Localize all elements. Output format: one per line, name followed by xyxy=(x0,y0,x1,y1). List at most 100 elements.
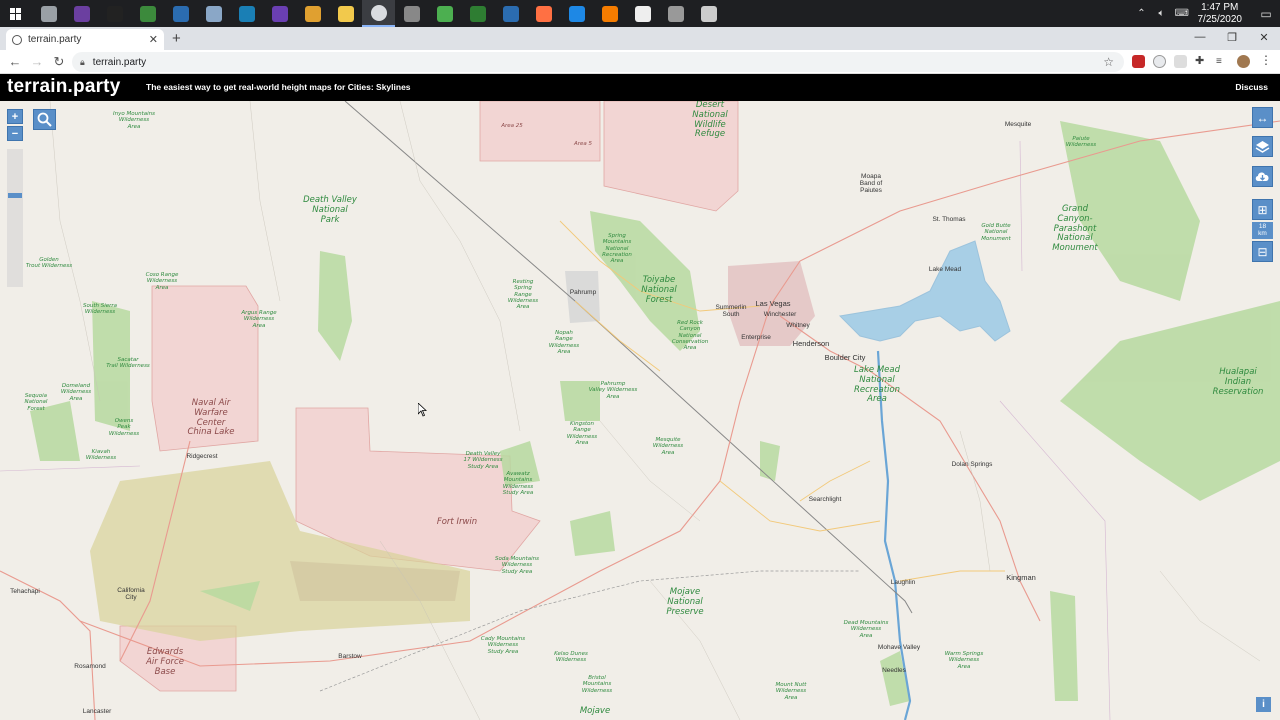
map-place-label: Dolan Springs xyxy=(951,461,993,468)
close-tab-icon[interactable]: ✕ xyxy=(149,33,158,46)
map-place-label: St. Thomas xyxy=(932,216,966,223)
extension-icon[interactable] xyxy=(1132,55,1145,68)
taskbar-app-button[interactable] xyxy=(593,0,626,27)
enlarge-box-button[interactable]: ⊞ xyxy=(1252,199,1273,220)
taskbar-app-button[interactable] xyxy=(659,0,692,27)
taskbar-app-button[interactable] xyxy=(131,0,164,27)
map-place-label: Rosamond xyxy=(74,663,106,670)
profile-avatar[interactable] xyxy=(1237,55,1250,68)
back-icon[interactable]: ← xyxy=(4,54,26,69)
zoom-in-button[interactable]: + xyxy=(7,109,23,124)
tagline-product: Cities: Skylines xyxy=(347,82,411,92)
new-tab-button[interactable]: + xyxy=(172,30,181,47)
map-area-label: Pahrump Valley Wilderness Area xyxy=(588,381,638,400)
tab-title: terrain.party xyxy=(28,34,82,45)
map-place-label: Lake Mead xyxy=(928,266,962,273)
windows-logo-icon xyxy=(10,7,22,20)
info-button[interactable]: i xyxy=(1256,697,1271,712)
minimize-icon[interactable]: — xyxy=(1184,27,1216,47)
horizontal-arrows-icon: ↔ xyxy=(1256,110,1269,125)
map-area-label: Warm Springs Wilderness Area xyxy=(944,651,984,670)
map-place-label: California City xyxy=(117,587,145,601)
taskbar-app-button[interactable] xyxy=(560,0,593,27)
map-area-label: Coso Range Wilderness Area xyxy=(145,272,179,291)
volume-icon[interactable]: 🔈︎ xyxy=(1155,8,1169,19)
taskbar-app-button[interactable] xyxy=(527,0,560,27)
extensions-puzzle-icon[interactable]: ✚ xyxy=(1195,55,1208,68)
browser-tab[interactable]: terrain.party ✕ xyxy=(6,29,164,50)
app-icon xyxy=(73,5,90,22)
map-area-label: Sacatar Trail Wilderness xyxy=(106,357,150,370)
taskbar-app-button[interactable] xyxy=(197,0,230,27)
taskbar-app-button[interactable] xyxy=(494,0,527,27)
windows-start-button[interactable] xyxy=(0,0,32,27)
rotate-box-button[interactable]: ↔ xyxy=(1252,107,1273,128)
tagline: The easiest way to get real-world height… xyxy=(146,82,411,92)
lock-icon[interactable]: 🔒︎ xyxy=(80,57,85,68)
media-queue-icon[interactable]: ≡ xyxy=(1216,55,1229,68)
taskbar-app-button[interactable] xyxy=(32,0,65,27)
close-window-icon[interactable]: ✕ xyxy=(1248,27,1280,47)
map-area-label: Golden Trout Wilderness xyxy=(25,257,73,270)
taskbar-app-button[interactable] xyxy=(395,0,428,27)
zoom-slider-handle[interactable] xyxy=(8,193,22,198)
bookmark-star-icon[interactable]: ☆ xyxy=(1103,55,1114,69)
box-size-unit: km xyxy=(1258,230,1267,237)
taskbar-app-button[interactable] xyxy=(296,0,329,27)
shrink-box-button[interactable]: ⊟ xyxy=(1252,241,1273,262)
cloud-download-icon xyxy=(1255,172,1269,181)
download-button[interactable] xyxy=(1252,166,1273,187)
map-place-label: Tehachapi xyxy=(10,588,40,595)
chevron-up-icon[interactable]: ⌃ xyxy=(1135,8,1149,19)
map-area-label: Mojave National Preserve xyxy=(666,587,704,617)
extension-icon[interactable] xyxy=(1174,55,1187,68)
zoom-slider[interactable] xyxy=(7,149,23,287)
taskbar-app-button[interactable] xyxy=(626,0,659,27)
taskbar-app-button[interactable] xyxy=(329,0,362,27)
map-place-label: Winchester xyxy=(763,311,797,318)
map-place-label: Whitney xyxy=(786,322,810,329)
system-tray: ⌃ 🔈︎ ⌨︎ 1:47 PM 7/25/2020 ▭ xyxy=(1132,0,1280,27)
taskbar-app-button[interactable] xyxy=(362,0,395,27)
app-icon xyxy=(238,5,255,22)
tagline-text: The easiest way to get real-world height… xyxy=(146,82,348,92)
map-canvas[interactable]: Desert National Wildlife Refuge Death Val… xyxy=(0,101,1280,720)
map-area-label: Death Valley 17 Wilderness Study Area xyxy=(463,451,503,470)
taskbar-app-button[interactable] xyxy=(230,0,263,27)
taskbar-app-button[interactable] xyxy=(692,0,725,27)
map-area-label: Bristol Mountains Wilderness xyxy=(581,675,613,694)
forward-icon[interactable]: → xyxy=(26,54,48,69)
browser-menu-icon[interactable]: ⋮ xyxy=(1260,53,1272,67)
map-area-label: Toiyabe National Forest xyxy=(641,275,677,305)
map-area-label: Kiavah Wilderness xyxy=(85,449,117,462)
site-logo[interactable]: terrain.party xyxy=(7,76,120,98)
map-area-label: Cady Mountains Wilderness Study Area xyxy=(480,636,526,655)
taskbar-app-button[interactable] xyxy=(461,0,494,27)
discuss-link[interactable]: Discuss xyxy=(1235,82,1268,92)
minus-box-icon: ⊟ xyxy=(1257,244,1268,259)
box-size-display: 18 km xyxy=(1252,222,1273,239)
restore-icon[interactable]: ❐ xyxy=(1216,27,1248,47)
notifications-icon[interactable]: ▭ xyxy=(1252,0,1280,27)
map-place-label: Las Vegas xyxy=(755,299,791,308)
reload-icon[interactable]: ↻ xyxy=(48,54,70,70)
taskbar-app-button[interactable] xyxy=(263,0,296,27)
taskbar-app-button[interactable] xyxy=(164,0,197,27)
app-icon xyxy=(436,5,453,22)
search-button[interactable] xyxy=(33,109,56,130)
keyboard-icon[interactable]: ⌨︎ xyxy=(1175,8,1189,19)
map-area-label: Spring Mountains National Recreation Are… xyxy=(602,233,632,265)
address-bar[interactable]: 🔒︎ terrain.party ☆ xyxy=(72,52,1124,72)
search-icon xyxy=(37,112,52,127)
zoom-out-button[interactable]: − xyxy=(7,126,23,141)
map-area-label: Naval Air Warfare Center China Lake xyxy=(187,398,235,438)
taskbar-clock[interactable]: 1:47 PM 7/25/2020 xyxy=(1198,2,1243,26)
extension-icon[interactable] xyxy=(1153,55,1166,68)
layers-button[interactable] xyxy=(1252,136,1273,157)
taskbar-app-button[interactable] xyxy=(98,0,131,27)
taskbar-app-button[interactable] xyxy=(428,0,461,27)
app-icon xyxy=(469,5,486,22)
map-place-label: Summerlin South xyxy=(715,304,747,318)
taskbar-app-button[interactable] xyxy=(65,0,98,27)
map-place-label: Lancaster xyxy=(82,708,112,715)
